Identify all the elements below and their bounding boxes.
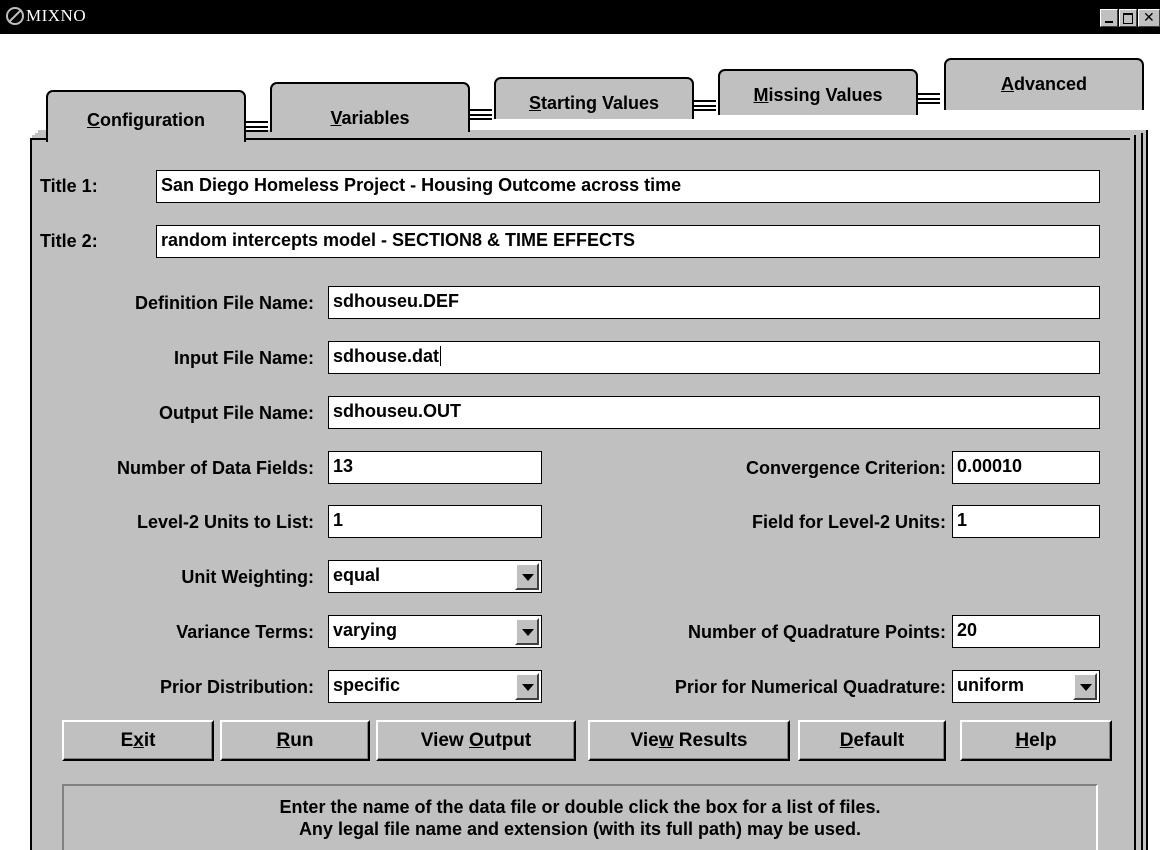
tab-accel: C bbox=[87, 110, 100, 130]
tab-separator bbox=[918, 93, 940, 104]
dropdown-arrow-icon[interactable] bbox=[1073, 673, 1097, 700]
status-line-1: Enter the name of the data file or doubl… bbox=[279, 797, 881, 817]
num-data-fields-field[interactable]: 13 bbox=[328, 451, 542, 484]
num-data-fields-label: Number of Data Fields: bbox=[116, 458, 314, 478]
output-file-field[interactable]: sdhouseu.OUT bbox=[328, 396, 1100, 429]
variance-terms-value: varying bbox=[333, 620, 398, 640]
button-accel: x bbox=[133, 730, 144, 751]
help-button[interactable]: Help bbox=[960, 720, 1112, 761]
tab-configuration[interactable]: Configuration bbox=[46, 90, 246, 142]
app-icon[interactable] bbox=[6, 7, 24, 25]
tab-label: onfiguration bbox=[100, 110, 205, 130]
quadrature-points-field[interactable]: 20 bbox=[952, 615, 1100, 648]
prior-numerical-label: Prior for Numerical Quadrature: bbox=[674, 677, 946, 697]
level2-units-label: Level-2 Units to List: bbox=[136, 512, 314, 532]
unit-weighting-select[interactable]: equal bbox=[328, 560, 542, 593]
convergence-field[interactable]: 0.00010 bbox=[952, 451, 1100, 484]
definition-file-label: Definition File Name: bbox=[134, 293, 314, 313]
mixno-window: MIXNO Advanced Missing Values Starting V… bbox=[0, 0, 1160, 850]
button-text: efault bbox=[853, 730, 905, 751]
dropdown-arrow-icon[interactable] bbox=[515, 618, 539, 645]
button-accel: D bbox=[839, 730, 854, 751]
field-level2-field[interactable]: 1 bbox=[952, 505, 1100, 538]
tab-separator bbox=[470, 109, 492, 120]
button-text: Results bbox=[673, 730, 748, 751]
default-button[interactable]: Default bbox=[798, 720, 946, 761]
button-accel: R bbox=[276, 730, 291, 751]
configuration-panel: Title 1: San Diego Homeless Project - Ho… bbox=[30, 138, 1130, 850]
quadrature-points-label: Number of Quadrature Points: bbox=[687, 622, 946, 642]
minimize-icon[interactable] bbox=[1100, 9, 1118, 27]
tab-label: ariables bbox=[341, 108, 410, 128]
tab-accel: A bbox=[1000, 74, 1014, 94]
button-text: Vie bbox=[630, 730, 659, 751]
status-line-2: Any legal file name and extension (with … bbox=[298, 819, 862, 839]
tab-starting-values[interactable]: Starting Values bbox=[494, 77, 694, 119]
prior-distribution-value: specific bbox=[333, 675, 401, 695]
tab-accel: M bbox=[753, 85, 769, 105]
tab-label: dvanced bbox=[1013, 74, 1088, 94]
tab-separator bbox=[694, 100, 716, 111]
maximize-icon[interactable] bbox=[1119, 9, 1137, 27]
tab-label: issing Values bbox=[768, 85, 883, 105]
status-help-box: Enter the name of the data file or doubl… bbox=[62, 784, 1098, 850]
definition-file-field[interactable]: sdhouseu.DEF bbox=[328, 286, 1100, 319]
title1-field[interactable]: San Diego Homeless Project - Housing Out… bbox=[156, 170, 1100, 203]
unit-weighting-label: Unit Weighting: bbox=[181, 567, 314, 587]
button-text: un bbox=[290, 730, 314, 751]
unit-weighting-value: equal bbox=[333, 565, 381, 585]
prior-distribution-select[interactable]: specific bbox=[328, 670, 542, 703]
button-text: elp bbox=[1029, 730, 1057, 751]
tab-advanced[interactable]: Advanced bbox=[944, 58, 1144, 110]
title-bar: MIXNO bbox=[0, 0, 1160, 34]
button-text: E bbox=[120, 730, 134, 751]
tab-accel: S bbox=[528, 93, 541, 113]
button-accel: w bbox=[658, 730, 674, 751]
prior-numerical-value: uniform bbox=[957, 675, 1024, 695]
prior-distribution-label: Prior Distribution: bbox=[160, 677, 314, 697]
tab-variables[interactable]: Variables bbox=[270, 82, 470, 132]
view-output-button[interactable]: View Output bbox=[376, 720, 576, 761]
tab-missing-values[interactable]: Missing Values bbox=[718, 69, 918, 115]
tab-separator bbox=[246, 121, 268, 132]
tab-accel: V bbox=[330, 108, 342, 128]
output-file-label: Output File Name: bbox=[158, 403, 314, 423]
tab-label: tarting Values bbox=[540, 93, 660, 113]
title2-field[interactable]: random intercepts model - SECTION8 & TIM… bbox=[156, 225, 1100, 258]
exit-button[interactable]: Exit bbox=[62, 720, 214, 761]
title1-label: Title 1: bbox=[40, 176, 98, 196]
field-level2-label: Field for Level-2 Units: bbox=[751, 512, 946, 532]
button-accel: O bbox=[468, 730, 484, 751]
window-title: MIXNO bbox=[26, 6, 87, 25]
dropdown-arrow-icon[interactable] bbox=[515, 563, 539, 590]
button-accel: H bbox=[1015, 730, 1030, 751]
input-file-value: sdhouse.dat bbox=[333, 346, 440, 366]
button-text: View bbox=[420, 730, 469, 751]
variance-terms-select[interactable]: varying bbox=[328, 615, 542, 648]
title2-label: Title 2: bbox=[40, 231, 98, 251]
view-results-button[interactable]: View Results bbox=[588, 720, 790, 761]
input-file-field[interactable]: sdhouse.dat bbox=[328, 341, 1100, 374]
button-text: utput bbox=[483, 730, 532, 751]
dropdown-arrow-icon[interactable] bbox=[515, 673, 539, 700]
run-button[interactable]: Run bbox=[220, 720, 370, 761]
level2-units-field[interactable]: 1 bbox=[328, 505, 542, 538]
variance-terms-label: Variance Terms: bbox=[176, 622, 314, 642]
text-caret bbox=[440, 346, 442, 366]
button-text: it bbox=[143, 730, 156, 751]
convergence-label: Convergence Criterion: bbox=[745, 458, 946, 478]
close-icon[interactable] bbox=[1138, 9, 1160, 27]
input-file-label: Input File Name: bbox=[173, 348, 314, 368]
prior-numerical-select[interactable]: uniform bbox=[952, 670, 1100, 703]
